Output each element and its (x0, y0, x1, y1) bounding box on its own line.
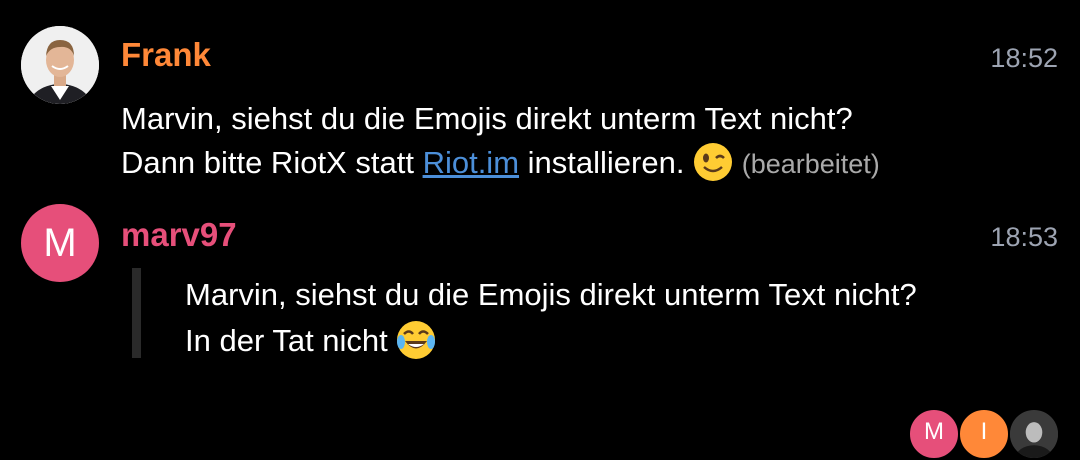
person-photo-icon (1010, 412, 1058, 458)
read-receipt-avatar: M (908, 408, 960, 460)
winking-face-icon (694, 143, 733, 181)
message-text-line: Dann bitte RiotX statt Riot.im installie… (121, 142, 880, 182)
read-receipts[interactable]: M I (908, 408, 1060, 460)
message-timestamp: 18:53 (990, 222, 1058, 252)
sender-name[interactable]: Frank (121, 36, 211, 74)
message-marv97[interactable]: M marv97 18:53 Marvin, siehst du die Emo… (0, 200, 1080, 390)
message-text-line: Marvin, siehst du die Emojis direkt unte… (121, 101, 853, 136)
face-with-tears-of-joy-icon (397, 321, 436, 359)
message-text-line: In der Tat nicht (185, 320, 436, 360)
quoted-text-line: Marvin, siehst du die Emojis direkt unte… (185, 277, 917, 312)
message-text: installieren. (527, 145, 685, 180)
avatar-frank[interactable] (21, 26, 99, 104)
message-timestamp: 18:52 (990, 43, 1058, 73)
edited-label[interactable]: (bearbeitet) (742, 149, 880, 179)
avatar-marv97[interactable]: M (21, 204, 99, 282)
message-frank[interactable]: Frank 18:52 Marvin, siehst du die Emojis… (0, 0, 1080, 200)
sender-name[interactable]: marv97 (121, 216, 237, 254)
message-text: In der Tat nicht (185, 323, 388, 358)
message-text: Dann bitte RiotX statt (121, 145, 414, 180)
riot-im-link[interactable]: Riot.im (423, 145, 519, 180)
person-photo-icon (21, 26, 99, 104)
quote-bar (132, 268, 141, 358)
read-receipt-avatar (1008, 408, 1060, 460)
read-receipt-avatar: I (958, 408, 1010, 460)
